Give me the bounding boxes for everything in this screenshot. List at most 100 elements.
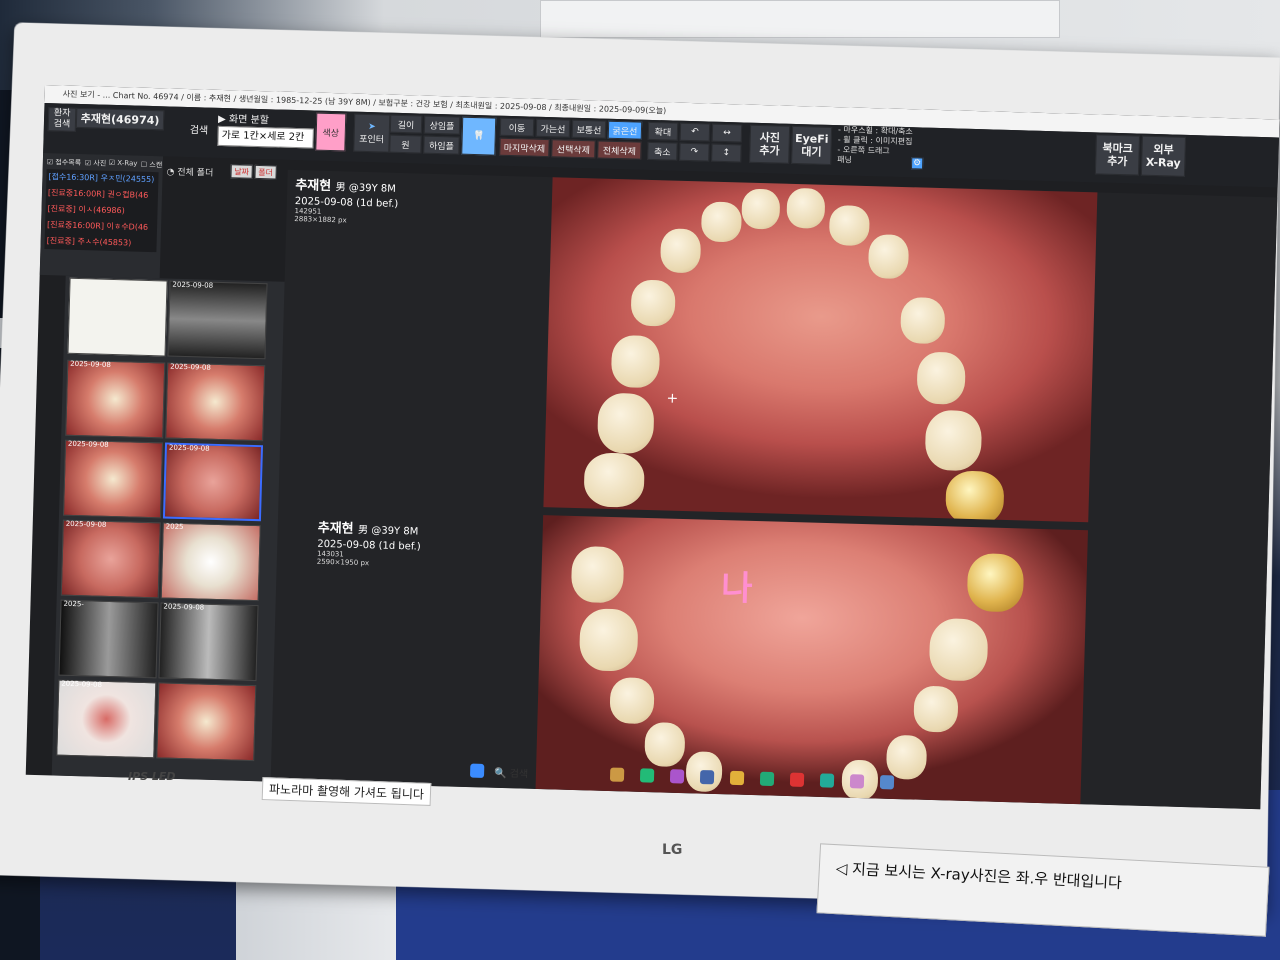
tooth (583, 452, 645, 508)
tooth (916, 351, 966, 405)
normal-line-button[interactable]: 보통선 (571, 119, 607, 139)
thick-line-button[interactable]: 굵은선 (607, 120, 643, 140)
tooth (596, 392, 655, 455)
tooth (867, 234, 910, 280)
upper-image-button[interactable]: 상임플 (423, 115, 461, 135)
zoom-out-button[interactable]: 축소 (647, 141, 678, 161)
tooth (913, 685, 959, 733)
patient-search-button[interactable]: 환자 검색 (47, 107, 77, 132)
thumbnail[interactable] (156, 682, 257, 762)
flip-vertical-icon[interactable]: ↕ (711, 143, 742, 163)
app-pink-icon[interactable] (849, 774, 865, 789)
tooth (644, 722, 686, 768)
tooth (578, 608, 639, 672)
tooth (609, 677, 655, 725)
screen-split-label: ▶ 화면 분할 (217, 113, 270, 127)
rotate-left-icon[interactable]: ↶ (679, 122, 711, 142)
split-select[interactable]: 가로 1칸×세로 2칸 (217, 125, 314, 149)
zoom-in-button[interactable]: 확대 (647, 121, 679, 141)
search-label[interactable]: 검색 (190, 121, 209, 137)
checkbox-photo[interactable]: ☑ 사진 (85, 158, 107, 169)
windows-icon[interactable] (469, 763, 485, 778)
eyefi-button[interactable]: EyeFi 대기 (791, 125, 833, 165)
gold-crown (945, 470, 1005, 523)
edge-icon[interactable] (639, 768, 655, 783)
teams-icon[interactable] (699, 770, 715, 785)
tooth (924, 409, 983, 472)
photo-scene: 사진 보기 - ... Chart No. 46974 / 이름 : 추재현 /… (0, 0, 1280, 960)
checkbox-xray[interactable]: ☑ X-Ray (109, 159, 138, 168)
tooth (741, 188, 781, 230)
list-item[interactable]: [진료중] 주ㅅ수(45853) (44, 233, 156, 252)
store-icon[interactable] (759, 771, 775, 787)
flip-horizontal-icon[interactable]: ↔ (711, 123, 743, 143)
copilot-icon[interactable] (669, 769, 685, 784)
annotation-mark: 나 (720, 568, 754, 609)
tooth (630, 279, 676, 327)
app-icon[interactable] (609, 767, 625, 782)
lower-arch-photo[interactable]: 나 (535, 515, 1088, 805)
tooth (828, 204, 870, 247)
checkbox-reception[interactable]: ☑ 접수목록 (47, 157, 82, 168)
taskbar-search[interactable]: 🔍 검색 (494, 764, 528, 780)
delete-last-button[interactable]: 마지막삭제 (499, 137, 550, 158)
patient-sidebar: ☑ 접수목록 ☑ 사진 ☑ X-Ray ☐ 스캔 [접수16:30R] 우ㅈ민(… (39, 152, 164, 279)
tooth (660, 228, 702, 274)
app-green-icon[interactable] (819, 773, 835, 788)
thumbnail[interactable]: 2025-09-08 (167, 280, 268, 360)
circle-button[interactable]: 원 (389, 134, 422, 154)
background-paper (540, 0, 1060, 38)
monitor-screen: 사진 보기 - ... Chart No. 46974 / 이름 : 추재현 /… (25, 85, 1280, 810)
lower-image-button[interactable]: 하임플 (423, 135, 460, 155)
tooth (786, 187, 826, 229)
panel1-info: 추재현 男 @39Y 8M 2025-09-08 (1d bef.) 14295… (294, 178, 399, 225)
crosshair-icon: + (666, 390, 679, 407)
tooth (700, 201, 742, 243)
move-button[interactable]: 이동 (499, 117, 535, 137)
image-viewer: 추재현 男 @39Y 8M 2025-09-08 (1d bef.) 14295… (270, 169, 1278, 810)
gold-crown (966, 552, 1025, 613)
app-red-icon[interactable] (789, 772, 805, 787)
tooth (900, 296, 946, 345)
pointer-button[interactable]: ➤ 포인터 (353, 113, 391, 153)
tooth (570, 545, 625, 604)
thumbnail-list: 2025-09-08 2025-09-08 2025-09-08 2025-09… (51, 275, 286, 782)
tooth-icon[interactable]: 🦷 (461, 116, 497, 156)
thumbnail-selected[interactable]: 2025-09-08 (162, 442, 264, 522)
length-button[interactable]: 길이 (389, 114, 423, 134)
tooth (610, 334, 661, 389)
patient-name-box[interactable]: 추재현(46974) (75, 107, 165, 131)
thumbnail[interactable]: 2025-09-08 (65, 359, 166, 439)
delete-all-button[interactable]: 전체삭제 (597, 140, 642, 160)
thumbnail[interactable]: 2025-09-08 (62, 439, 164, 519)
bookmark-button[interactable]: 북마크 추가 (1094, 134, 1141, 176)
upper-arch-photo[interactable]: + (543, 177, 1098, 523)
delete-selected-button[interactable]: 선택삭제 (551, 139, 596, 159)
mouse-hints: - 마우스휠 : 확대/축소 - 휠 클릭 : 이미지편집 - 오른쪽 드래그 … (837, 125, 913, 165)
folder-icon[interactable] (729, 770, 745, 786)
add-photo-button[interactable]: 사진 추가 (749, 124, 791, 164)
thumbnail[interactable]: 2025- (58, 599, 159, 679)
panel2-info: 추재현 男 @39Y 8M 2025-09-08 (1d bef.) 14303… (316, 520, 421, 568)
tooth-app-icon[interactable] (879, 775, 895, 790)
ips-led-logo: IPS LED (128, 770, 176, 783)
thin-line-button[interactable]: 가는선 (535, 118, 571, 138)
patient-list: [접수16:30R] 우ㅈ민(24555) [진료중16:00R] 권ㅇ컵B(4… (44, 169, 159, 253)
rotate-right-icon[interactable]: ↷ (679, 142, 710, 162)
thumbnail[interactable]: 2025 (160, 522, 261, 602)
thumbnail[interactable] (67, 277, 168, 357)
checkbox-scan[interactable]: ☐ 스캔 (141, 160, 163, 171)
tooth (928, 617, 989, 682)
folder-button[interactable]: 폴더 (254, 164, 277, 180)
settings-icon[interactable]: ⚙ (910, 157, 924, 170)
thumbnail[interactable]: 2025-09-08 (56, 679, 157, 759)
all-folder-toggle[interactable]: ◔ 전체 폴더 (166, 164, 213, 178)
lg-logo: LG (662, 842, 683, 858)
external-xray-button[interactable]: 외부 X-Ray (1140, 135, 1186, 177)
thumbnail[interactable]: 2025-09-08 (60, 519, 161, 599)
thumbnail[interactable]: 2025-09-08 (158, 602, 259, 682)
date-button[interactable]: 날짜 (230, 164, 253, 179)
color-button[interactable]: 색상 (315, 112, 347, 152)
pointer-icon: ➤ (368, 121, 376, 132)
thumbnail[interactable]: 2025-09-08 (165, 362, 266, 442)
